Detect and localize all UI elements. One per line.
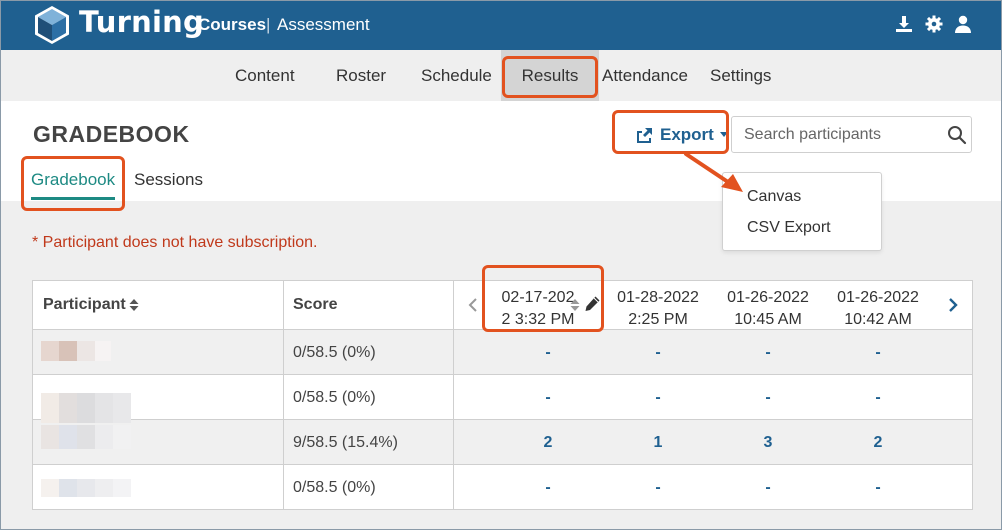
annotation-arrow-icon <box>684 152 743 192</box>
table-row <box>33 464 972 509</box>
session-score-cell[interactable]: 1 <box>638 434 678 452</box>
session-score-cell[interactable]: - <box>748 479 788 497</box>
participant-column-header[interactable]: Participant <box>43 296 139 314</box>
session-score-cell[interactable]: - <box>858 479 898 497</box>
top-bar: Turning Courses | Assessment <box>1 1 1001 50</box>
nav-roster[interactable]: Roster <box>336 50 386 101</box>
search-box <box>731 116 972 153</box>
page-title: GRADEBOOK <box>33 121 190 147</box>
brand-name[interactable]: Turning <box>79 5 204 39</box>
session-score-cell[interactable]: - <box>748 389 788 407</box>
session-score-cell[interactable]: 2 <box>528 434 568 452</box>
session-score-cell[interactable]: - <box>748 344 788 362</box>
turning-logo-icon <box>35 6 69 44</box>
score-column-header: Score <box>293 296 338 313</box>
download-icon[interactable] <box>894 14 914 34</box>
gradebook-table: Participant Score 02-17-202 2 3:32 PM 01… <box>32 280 973 510</box>
session-score-cell[interactable]: - <box>858 344 898 362</box>
search-icon[interactable] <box>947 125 967 145</box>
session-score-cell[interactable]: - <box>638 344 678 362</box>
session-score-cell[interactable]: - <box>638 389 678 407</box>
session-date-header[interactable]: 01-28-2022 2:25 PM <box>603 287 713 331</box>
menu-item-canvas[interactable]: Canvas <box>747 188 801 206</box>
session-score-cell[interactable]: 2 <box>858 434 898 452</box>
user-icon[interactable] <box>953 14 973 34</box>
session-date-line2: 2 3:32 PM <box>501 311 575 328</box>
session-date-header[interactable]: 01-26-2022 10:42 AM <box>823 287 933 331</box>
breadcrumb-course-name: Assessment <box>277 15 370 34</box>
caret-down-icon <box>719 132 728 137</box>
session-score-cell[interactable]: 3 <box>748 434 788 452</box>
session-score-cell[interactable]: - <box>528 479 568 497</box>
export-label: Export <box>660 125 714 144</box>
sort-icon[interactable] <box>570 298 580 312</box>
breadcrumb-separator: | <box>266 15 271 34</box>
nav-settings[interactable]: Settings <box>710 50 771 101</box>
session-score-cell[interactable]: - <box>528 344 568 362</box>
active-tab-indicator <box>31 197 115 200</box>
participant-name-blurred[interactable] <box>41 341 111 361</box>
column-divider <box>283 281 284 509</box>
table-row <box>33 329 972 374</box>
subscription-warning: * Participant does not have subscription… <box>32 234 318 251</box>
session-date-header[interactable]: 01-26-2022 10:45 AM <box>713 287 823 331</box>
search-input[interactable] <box>732 117 937 152</box>
app-window: Turning Courses | Assessment Content Ros… <box>0 0 1002 530</box>
participant-name-blurred[interactable] <box>41 479 136 497</box>
session-date-line1: 01-26-2022 <box>727 289 809 306</box>
table-row <box>33 374 972 419</box>
session-date-line2: 10:42 AM <box>844 311 912 328</box>
gear-icon[interactable] <box>924 14 944 34</box>
chevron-left-icon[interactable] <box>468 297 478 313</box>
nav-schedule[interactable]: Schedule <box>421 50 492 101</box>
menu-item-csv-export[interactable]: CSV Export <box>747 219 831 237</box>
session-date-line2: 2:25 PM <box>628 311 688 328</box>
nav-content[interactable]: Content <box>235 50 295 101</box>
score-cell: 0/58.5 (0%) <box>293 344 376 361</box>
column-divider <box>453 281 454 509</box>
tab-gradebook[interactable]: Gradebook <box>31 170 115 190</box>
session-score-cell[interactable]: - <box>638 479 678 497</box>
pencil-edit-icon[interactable] <box>583 295 601 313</box>
session-score-cell[interactable]: - <box>858 389 898 407</box>
tab-sessions[interactable]: Sessions <box>134 170 203 190</box>
participant-header-label: Participant <box>43 296 126 313</box>
score-cell: 0/58.5 (0%) <box>293 479 376 496</box>
session-score-cell[interactable]: - <box>528 389 568 407</box>
course-nav: Content Roster Schedule Results Attendan… <box>1 50 1001 101</box>
participant-name-blurred[interactable] <box>41 393 136 423</box>
export-button[interactable]: Export <box>634 123 728 147</box>
share-export-icon <box>637 128 652 143</box>
table-row <box>33 419 972 464</box>
score-cell: 9/58.5 (15.4%) <box>293 434 398 451</box>
session-date-line2: 10:45 AM <box>734 311 802 328</box>
session-date-line1: 01-26-2022 <box>837 289 919 306</box>
chevron-right-icon[interactable] <box>948 297 958 313</box>
session-date-line1: 01-28-2022 <box>617 289 699 306</box>
breadcrumb-courses[interactable]: Courses <box>198 15 266 35</box>
sort-icon <box>129 299 139 311</box>
participant-name-blurred[interactable] <box>41 425 136 449</box>
nav-results[interactable]: Results <box>501 50 599 101</box>
score-cell: 0/58.5 (0%) <box>293 389 376 406</box>
nav-attendance[interactable]: Attendance <box>602 50 688 101</box>
